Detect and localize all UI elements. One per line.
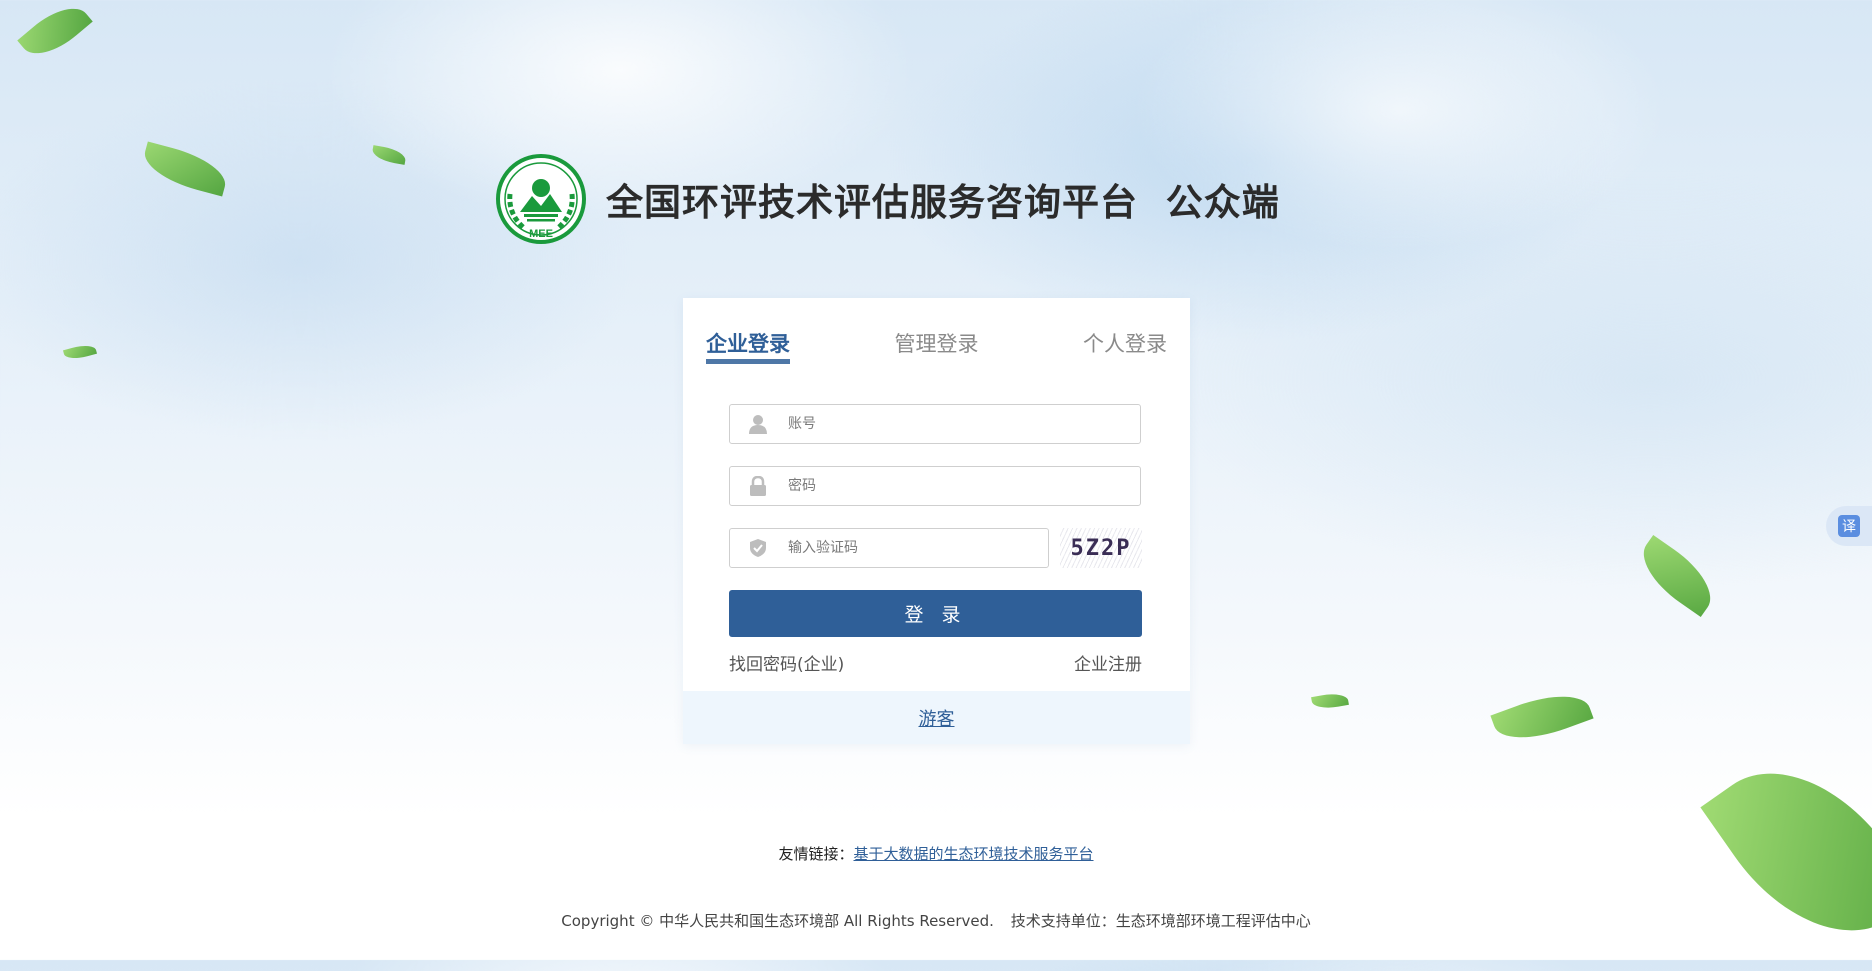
login-links: 找回密码(企业) 企业注册	[729, 650, 1142, 675]
mee-logo: MEE	[496, 154, 586, 244]
leaf-decoration	[371, 145, 407, 165]
support-text: 技术支持单位：生态环境部环境工程评估中心	[1010, 912, 1311, 930]
tab-personal-login[interactable]: 个人登录	[1083, 328, 1167, 368]
shield-icon	[730, 538, 786, 558]
login-button[interactable]: 登 录	[729, 590, 1142, 637]
friend-link[interactable]: 基于大数据的生态环境技术服务平台	[854, 845, 1094, 863]
account-field	[729, 404, 1141, 444]
leaf-decoration	[17, 0, 93, 67]
friend-links-label: 友情链接：	[778, 845, 854, 863]
password-field	[729, 466, 1141, 506]
site-header: MEE 全国环评技术评估服务咨询平台 公众端	[496, 154, 1280, 244]
password-input[interactable]	[786, 470, 1140, 502]
login-tabs: 企业登录 管理登录 个人登录	[706, 328, 1167, 368]
translate-icon: 译	[1838, 515, 1860, 537]
copyright: Copyright © 中华人民共和国生态环境部 All Rights Rese…	[0, 910, 1872, 931]
copyright-text: Copyright © 中华人民共和国生态环境部 All Rights Rese…	[561, 912, 994, 930]
account-input[interactable]	[786, 408, 1140, 440]
leaf-decoration	[1630, 534, 1724, 618]
guest-bar: 游客	[683, 691, 1190, 744]
translate-button[interactable]: 译	[1826, 506, 1872, 546]
leaf-decoration	[1311, 690, 1349, 712]
register-link[interactable]: 企业注册	[1074, 650, 1142, 675]
login-card: 企业登录 管理登录 个人登录 5Z2P 登 录 找回密码(企业) 企业注册 游客	[683, 298, 1190, 744]
site-title: 全国环评技术评估服务咨询平台 公众端	[606, 181, 1280, 224]
tab-enterprise-login[interactable]: 企业登录	[706, 328, 790, 368]
user-icon	[730, 414, 786, 434]
guest-link[interactable]: 游客	[919, 705, 955, 731]
captcha-image[interactable]: 5Z2P	[1060, 528, 1142, 568]
lock-icon	[730, 476, 786, 496]
logo-text: MEE	[529, 228, 553, 240]
forgot-password-link[interactable]: 找回密码(企业)	[729, 650, 844, 675]
leaf-decoration	[139, 141, 231, 197]
leaf-decoration	[1490, 682, 1594, 752]
tab-admin-login[interactable]: 管理登录	[895, 328, 979, 368]
captcha-input[interactable]	[786, 532, 1048, 564]
leaf-decoration	[62, 342, 98, 362]
captcha-field	[729, 528, 1049, 568]
friend-links: 友情链接：基于大数据的生态环境技术服务平台	[0, 843, 1872, 864]
